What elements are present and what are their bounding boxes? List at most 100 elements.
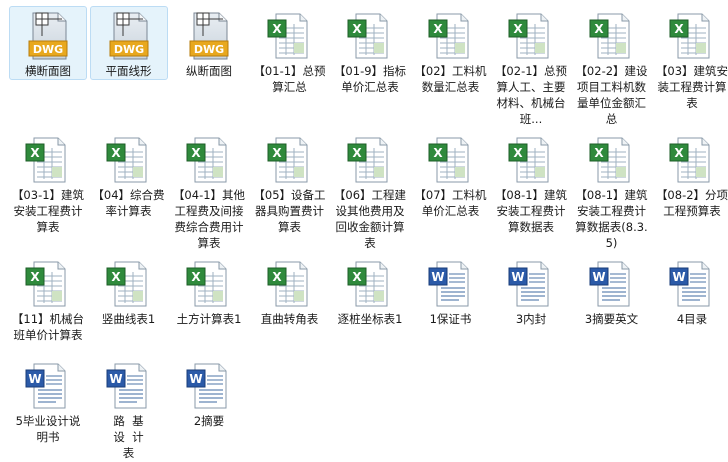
svg-text:X: X — [191, 270, 201, 284]
file-item[interactable]: DWG 横断面图 — [9, 6, 87, 80]
file-name-label: 【02】工料机数量汇总表 — [414, 64, 487, 94]
file-item[interactable]: W 路 基 设 计 表 — [90, 356, 168, 462]
file-item[interactable]: X 【05】设备工器具购置费计算表 — [251, 130, 329, 236]
file-item[interactable]: X 【03-1】建筑安装工程费计算表 — [9, 130, 87, 236]
word-file-icon: W — [22, 360, 74, 412]
file-item[interactable]: X 竖曲线表1 — [90, 254, 168, 328]
excel-file-icon: X — [666, 134, 718, 186]
file-item[interactable]: X 【02-2】建设项目工料机数量单位金额汇总 — [573, 6, 651, 128]
excel-file-icon: X — [183, 134, 235, 186]
excel-file-icon: X — [425, 10, 477, 62]
file-name-label: 【02-1】总预算人工、主要材料、机械台班... — [494, 64, 568, 126]
excel-file-icon: X — [344, 10, 396, 62]
excel-file-icon: X — [586, 10, 638, 62]
svg-text:W: W — [28, 372, 41, 386]
file-name-label: 【01-1】总预算汇总 — [253, 64, 326, 94]
svg-text:W: W — [189, 372, 202, 386]
file-name-label: 【08-1】建筑安装工程费计算数据表(8.3.5) — [575, 188, 648, 250]
word-file-icon: W — [183, 360, 235, 412]
dwg-file-icon: DWG — [183, 10, 235, 62]
excel-file-icon: X — [264, 10, 316, 62]
file-name-label: 直曲转角表 — [260, 312, 319, 326]
excel-file-icon: X — [22, 258, 74, 310]
file-name-label: 2摘要 — [193, 414, 225, 428]
excel-file-icon: X — [344, 258, 396, 310]
svg-text:W: W — [109, 372, 122, 386]
file-item[interactable]: X 【02-1】总预算人工、主要材料、机械台班... — [492, 6, 570, 128]
svg-text:X: X — [272, 146, 282, 160]
file-name-label: 3摘要英文 — [584, 312, 639, 326]
file-name-label: 4目录 — [676, 312, 708, 326]
file-name-label: 【11】机械台班单价计算表 — [11, 312, 85, 342]
svg-text:X: X — [513, 146, 523, 160]
file-item[interactable]: X 【04】综合费率计算表 — [90, 130, 168, 220]
file-name-label: 【08-1】建筑安装工程费计算数据表 — [494, 188, 568, 234]
file-grid: DWG 横断面图 DWG 平面线形 DWG 纵断面图 X 【01-1】总预算汇总… — [0, 0, 728, 460]
svg-text:X: X — [674, 22, 684, 36]
file-item[interactable]: X 【02】工料机数量汇总表 — [412, 6, 490, 96]
file-item[interactable]: X 直曲转角表 — [251, 254, 329, 328]
svg-text:X: X — [674, 146, 684, 160]
file-item[interactable]: W 2摘要 — [170, 356, 248, 430]
file-item[interactable]: DWG 平面线形 — [89, 6, 168, 80]
svg-text:X: X — [111, 270, 121, 284]
file-item[interactable]: DWG 纵断面图 — [170, 6, 248, 80]
dwg-file-icon: DWG — [103, 10, 155, 62]
file-name-label: 路 基 设 计 表 — [113, 414, 144, 460]
file-item[interactable]: X 【11】机械台班单价计算表 — [9, 254, 87, 344]
excel-file-icon: X — [183, 258, 235, 310]
file-item[interactable]: X 土方计算表1 — [170, 254, 248, 328]
excel-file-icon: X — [666, 10, 718, 62]
excel-file-icon: X — [344, 134, 396, 186]
file-name-label: 【06】工程建设其他费用及回收金额计算表 — [333, 188, 407, 250]
excel-file-icon: X — [103, 258, 155, 310]
svg-text:DWG: DWG — [113, 43, 143, 56]
svg-text:W: W — [431, 270, 444, 284]
file-item[interactable]: W 3摘要英文 — [573, 254, 651, 328]
svg-text:X: X — [30, 146, 40, 160]
file-name-label: 竖曲线表1 — [101, 312, 156, 326]
svg-text:X: X — [111, 146, 121, 160]
excel-file-icon: X — [22, 134, 74, 186]
svg-text:X: X — [272, 22, 282, 36]
svg-text:W: W — [511, 270, 524, 284]
file-item[interactable]: W 3内封 — [492, 254, 570, 328]
svg-text:X: X — [272, 270, 282, 284]
file-name-label: 【07】工料机单价汇总表 — [414, 188, 487, 218]
svg-text:X: X — [191, 146, 201, 160]
file-name-label: 【08-2】分项工程预算表 — [655, 188, 728, 218]
file-item[interactable]: W 4目录 — [653, 254, 728, 328]
file-item[interactable]: X 【07】工料机单价汇总表 — [412, 130, 490, 220]
svg-text:X: X — [352, 270, 362, 284]
file-item[interactable]: X 【03】建筑安装工程费计算表 — [653, 6, 728, 112]
file-name-label: 横断面图 — [25, 64, 71, 78]
file-item[interactable]: X 【08-2】分项工程预算表 — [653, 130, 728, 220]
file-item[interactable]: X 【08-1】建筑安装工程费计算数据表(8.3.5) — [573, 130, 651, 252]
file-item[interactable]: X 逐桩坐标表1 — [331, 254, 409, 328]
file-item[interactable]: W 1保证书 — [412, 254, 490, 328]
excel-file-icon: X — [103, 134, 155, 186]
file-name-label: 【01-9】指标单价汇总表 — [333, 64, 407, 94]
excel-file-icon: X — [586, 134, 638, 186]
file-name-label: 土方计算表1 — [176, 312, 242, 326]
word-file-icon: W — [425, 258, 477, 310]
svg-text:X: X — [30, 270, 40, 284]
file-item[interactable]: X 【08-1】建筑安装工程费计算数据表 — [492, 130, 570, 236]
svg-text:DWG: DWG — [194, 43, 224, 56]
word-file-icon: W — [586, 258, 638, 310]
file-item[interactable]: X 【06】工程建设其他费用及回收金额计算表 — [331, 130, 409, 252]
file-name-label: 逐桩坐标表1 — [337, 312, 403, 326]
excel-file-icon: X — [264, 134, 316, 186]
file-name-label: 【04】综合费率计算表 — [92, 188, 165, 218]
file-item[interactable]: X 【01-9】指标单价汇总表 — [331, 6, 409, 96]
file-name-label: 3内封 — [515, 312, 547, 326]
file-name-label: 1保证书 — [429, 312, 472, 326]
file-name-label: 【05】设备工器具购置费计算表 — [253, 188, 326, 234]
file-item[interactable]: X 【01-1】总预算汇总 — [251, 6, 329, 96]
excel-file-icon: X — [505, 134, 557, 186]
file-item[interactable]: X 【04-1】其他工程费及间接费综合费用计算表 — [170, 130, 248, 252]
svg-text:W: W — [592, 270, 605, 284]
file-item[interactable]: W 5毕业设计说明书 — [9, 356, 87, 446]
file-name-label: 平面线形 — [105, 64, 152, 78]
svg-text:X: X — [433, 22, 443, 36]
